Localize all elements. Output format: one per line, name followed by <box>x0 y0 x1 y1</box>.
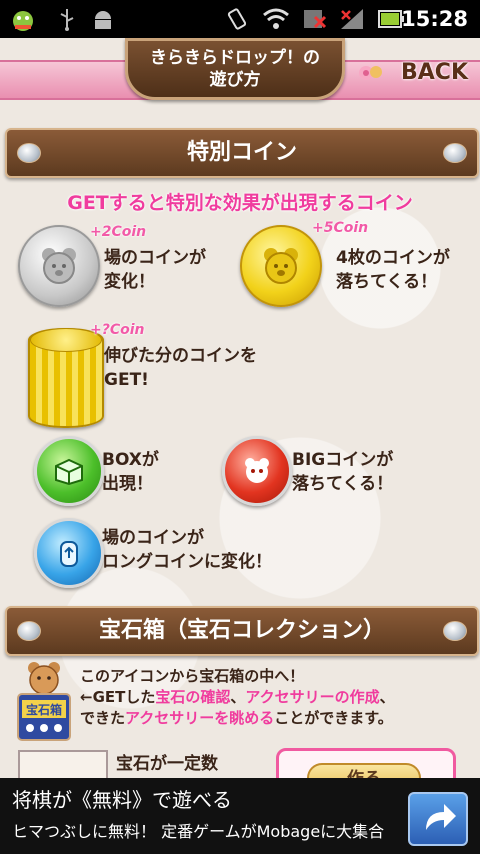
clock: 15:28 <box>401 7 468 31</box>
ad-banner[interactable]: 将棋が《無料》で遊べる ヒマつぶしに無料！ 定番ゲームがMobageに大集合 <box>0 778 480 854</box>
treasure-line-3: できたアクセサリーを眺めることができます。 <box>80 708 395 729</box>
mobile-data-off-icon <box>300 6 328 32</box>
green-box-coin-icon <box>34 436 104 506</box>
android-debug-icon <box>8 6 38 32</box>
status-bar: 15:28 <box>0 0 480 38</box>
text-segment: ことができます。 <box>274 709 393 727</box>
text-segment: できた <box>80 709 126 727</box>
treasure-description: このアイコンから宝石箱の中へ！ ←GETした宝石の確認、アクセサリーの作成、 で… <box>80 666 395 729</box>
android-icon <box>90 6 116 32</box>
long-gold-coin-icon <box>28 328 104 428</box>
blue-long-coin-icon <box>34 518 104 588</box>
ad-title: 将棋が《無料》で遊べる <box>12 788 232 812</box>
ad-arrow-button[interactable] <box>408 792 468 846</box>
bonus-label: +5Coin <box>312 220 369 236</box>
treasure-icon-label: 宝石箱 <box>26 702 62 717</box>
signal-icon <box>338 6 366 32</box>
section-title: 宝石箱（宝石コレクション） <box>98 618 385 643</box>
page-title: きらきらドロップ！の 遊び方 <box>125 38 345 100</box>
treasure-box-icon: 宝石箱 <box>16 660 72 744</box>
coin-description: 場のコインが ロングコインに変化！ <box>102 528 272 572</box>
gem-icon <box>443 143 467 163</box>
gold-coin-icon <box>240 225 322 307</box>
section-header-treasure-box: 宝石箱（宝石コレクション） <box>5 606 479 656</box>
partial-text: 宝石が一定数 <box>116 754 218 774</box>
treasure-line-2: ←GETした宝石の確認、アクセサリーの作成、 <box>80 687 395 708</box>
section-header-special-coins: 特別コイン <box>5 128 479 178</box>
ad-subtitle: ヒマつぶしに無料！ 定番ゲームがMobageに大集合 <box>12 822 385 841</box>
bonus-label: +2Coin <box>90 224 147 240</box>
silver-coin-icon <box>18 225 100 307</box>
highlight-segment: 宝石の確認 <box>155 688 231 706</box>
vibrate-icon <box>224 6 250 32</box>
bonus-label: +?Coin <box>90 322 145 338</box>
red-big-coin-icon <box>222 436 292 506</box>
app-content[interactable]: きらきらドロップ！の 遊び方 BACK 特別コイン GETすると特別な効果が出現… <box>0 38 480 778</box>
gem-icon <box>443 621 467 641</box>
text-segment: ←GETした <box>80 688 156 706</box>
treasure-line-1: このアイコンから宝石箱の中へ！ <box>80 667 305 685</box>
make-button-label: 作る <box>307 763 421 778</box>
gem-icon <box>17 143 41 163</box>
screenshot-thumbnail <box>18 750 108 778</box>
coin-description: 4枚のコインが 落ちてくる！ <box>336 248 450 292</box>
share-arrow-icon <box>426 804 456 830</box>
back-button[interactable]: BACK <box>401 60 468 85</box>
section-title: 特別コイン <box>186 140 297 165</box>
gem-icon <box>17 621 41 641</box>
text-segment: 、 <box>379 688 395 706</box>
usb-icon <box>56 6 78 32</box>
flower-decoration-icon <box>359 66 382 80</box>
highlight-segment: アクセサリーの作成 <box>245 688 380 706</box>
coin-description: 伸びた分のコインを GET! <box>104 346 257 390</box>
highlight-segment: アクセサリーを眺める <box>125 709 275 727</box>
text-segment: 、 <box>230 688 246 706</box>
wifi-icon <box>262 6 290 32</box>
special-coins-subtitle: GETすると特別な効果が出現するコイン <box>67 192 413 214</box>
coin-description: BOXが 出現！ <box>102 450 159 494</box>
coin-description: 場のコインが 変化！ <box>104 248 206 292</box>
coin-description: BIGコインが 落ちてくる！ <box>292 450 394 494</box>
make-button[interactable]: 作る <box>276 748 456 778</box>
